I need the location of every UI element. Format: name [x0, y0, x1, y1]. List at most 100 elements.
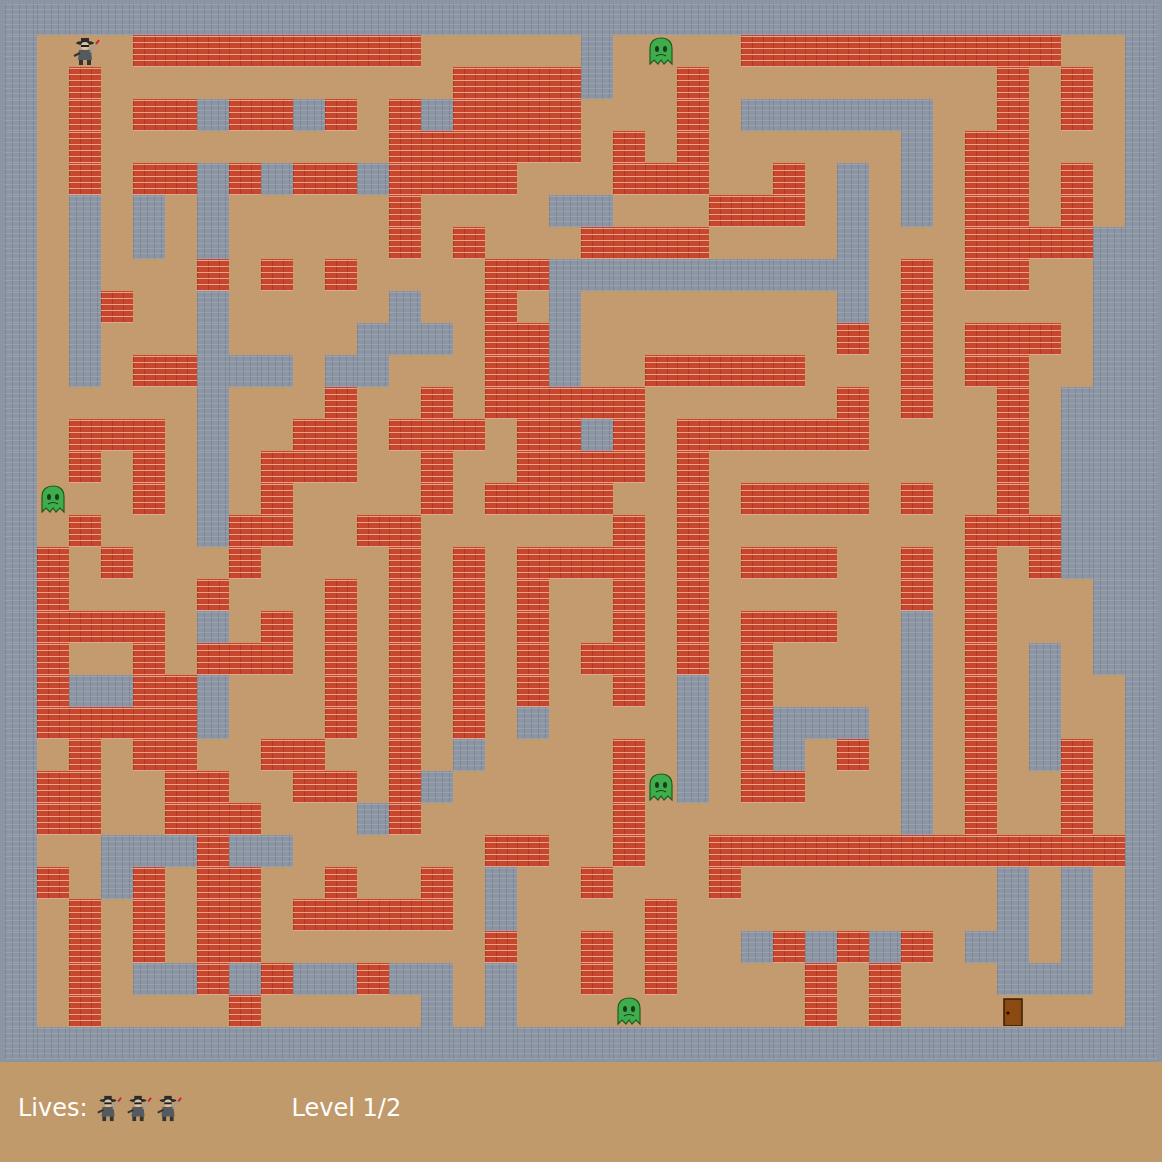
stone-wall: [837, 99, 869, 131]
brick-wall: [229, 995, 261, 1027]
brick-wall: [709, 419, 741, 451]
floor-tile: [773, 963, 805, 995]
brick-wall: [741, 611, 773, 643]
stone-wall: [901, 771, 933, 803]
floor-tile: [37, 899, 69, 931]
floor-tile: [549, 803, 581, 835]
floor-tile: [37, 515, 69, 547]
floor-tile: [1029, 611, 1061, 643]
floor-tile: [1029, 931, 1061, 963]
floor-tile: [165, 579, 197, 611]
floor-tile: [1093, 771, 1125, 803]
floor-tile: [133, 323, 165, 355]
brick-wall: [517, 835, 549, 867]
brick-wall: [325, 579, 357, 611]
brick-wall: [613, 419, 645, 451]
floor-tile: [549, 227, 581, 259]
floor-tile: [133, 995, 165, 1027]
stone-wall: [1093, 291, 1125, 323]
brick-wall: [325, 99, 357, 131]
floor-tile: [997, 611, 1029, 643]
floor-tile: [677, 35, 709, 67]
stone-wall: [229, 963, 261, 995]
brick-wall: [997, 195, 1029, 227]
brick-wall: [325, 867, 357, 899]
floor-tile: [997, 675, 1029, 707]
floor-tile: [293, 803, 325, 835]
floor-tile: [645, 739, 677, 771]
floor-tile: [997, 739, 1029, 771]
brick-wall: [453, 131, 485, 163]
brick-wall: [1061, 67, 1093, 99]
floor-tile: [677, 931, 709, 963]
floor-tile: [165, 67, 197, 99]
floor-tile: [837, 867, 869, 899]
floor-tile: [229, 227, 261, 259]
stone-wall: [5, 899, 37, 931]
floor-tile: [709, 323, 741, 355]
brick-wall: [133, 611, 165, 643]
floor-tile: [613, 867, 645, 899]
floor-tile: [933, 355, 965, 387]
brick-wall: [485, 323, 517, 355]
floor-tile: [549, 739, 581, 771]
floor-tile: [613, 195, 645, 227]
floor-tile: [805, 515, 837, 547]
brick-wall: [389, 675, 421, 707]
floor-tile: [389, 995, 421, 1027]
floor-tile: [293, 835, 325, 867]
stone-wall: [1093, 515, 1125, 547]
stone-wall: [1093, 259, 1125, 291]
brick-wall: [69, 739, 101, 771]
floor-tile: [933, 931, 965, 963]
floor-tile: [581, 899, 613, 931]
brick-wall: [485, 291, 517, 323]
floor-tile: [101, 163, 133, 195]
floor-tile: [165, 227, 197, 259]
floor-tile: [197, 547, 229, 579]
floor-tile: [581, 515, 613, 547]
brick-wall: [933, 35, 965, 67]
stone-wall: [901, 611, 933, 643]
brick-wall: [197, 579, 229, 611]
floor-tile: [901, 867, 933, 899]
stone-wall: [293, 1027, 325, 1059]
stone-wall: [5, 547, 37, 579]
floor-tile: [581, 323, 613, 355]
floor-tile: [357, 451, 389, 483]
floor-tile: [933, 387, 965, 419]
brick-wall: [517, 387, 549, 419]
floor-tile: [229, 419, 261, 451]
floor-tile: [37, 67, 69, 99]
floor-tile: [133, 131, 165, 163]
brick-wall: [293, 451, 325, 483]
stone-wall: [837, 227, 869, 259]
brick-wall: [133, 99, 165, 131]
stone-wall: [581, 259, 613, 291]
floor-tile: [869, 547, 901, 579]
brick-wall: [293, 419, 325, 451]
floor-tile: [421, 675, 453, 707]
floor-tile: [293, 355, 325, 387]
floor-tile: [197, 739, 229, 771]
floor-tile: [1029, 451, 1061, 483]
stone-wall: [1029, 3, 1061, 35]
floor-tile: [485, 643, 517, 675]
brick-wall: [677, 579, 709, 611]
floor-tile: [261, 899, 293, 931]
floor-tile: [229, 771, 261, 803]
floor-tile: [1029, 579, 1061, 611]
floor-tile: [997, 707, 1029, 739]
stone-wall: [901, 131, 933, 163]
brick-wall: [69, 99, 101, 131]
floor-tile: [741, 451, 773, 483]
stone-wall: [901, 803, 933, 835]
floor-tile: [101, 771, 133, 803]
floor-tile: [325, 483, 357, 515]
brick-wall: [965, 35, 997, 67]
floor-tile: [517, 803, 549, 835]
floor-tile: [357, 739, 389, 771]
floor-tile: [101, 739, 133, 771]
stone-wall: [421, 3, 453, 35]
stone-wall: [1093, 227, 1125, 259]
